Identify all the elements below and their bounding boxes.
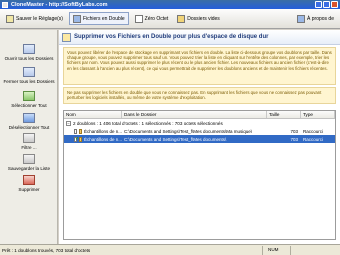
- zero-byte-icon: [134, 14, 143, 23]
- save-settings-label: Sauver le Réglage(s): [16, 15, 63, 22]
- table-row[interactable]: Échantillons de n... C:\Documents and Se…: [64, 127, 335, 135]
- empty-folder-icon: [177, 14, 186, 23]
- info-icon: [297, 14, 306, 23]
- sidebar-item-close-all[interactable]: Fermer tous les Dossiers: [0, 67, 58, 84]
- sidebar-item-label: Désélectionner Tout: [8, 125, 50, 130]
- about-button[interactable]: À propos de: [294, 12, 337, 25]
- sidebar-item-delete[interactable]: Supprimer: [0, 175, 58, 192]
- duplicate-files-icon: [62, 32, 71, 42]
- file-name: Échantillons de n...: [83, 128, 122, 134]
- row-checkbox[interactable]: [74, 136, 79, 142]
- sidebar-item-label: Supprimer: [18, 187, 40, 192]
- num-lock-indicator: NUM: [268, 247, 279, 252]
- sidebar-item-label: Fermer tous les Dossiers: [3, 79, 55, 84]
- type-cell: Raccourci: [303, 136, 324, 142]
- app-icon: [2, 1, 8, 8]
- column-header-type[interactable]: Type: [301, 111, 335, 118]
- close-folders-icon: [23, 67, 35, 77]
- status-divider: [262, 246, 263, 255]
- open-folders-icon: [23, 44, 35, 54]
- info-warning: Ne pas supprimer les fichiers en double …: [63, 87, 336, 104]
- sidebar-item-label: Ouvrir tous les Dossiers: [4, 56, 54, 61]
- file-name-cell: Échantillons de n...: [64, 136, 122, 142]
- row-checkbox[interactable]: [74, 128, 77, 134]
- close-button[interactable]: [331, 1, 338, 8]
- sidebar-item-filter[interactable]: Filtre ...: [0, 133, 58, 150]
- collapse-icon[interactable]: −: [66, 120, 71, 126]
- sidebar: Ouvrir tous les Dossiers Fermer tous les…: [0, 30, 58, 244]
- select-all-icon: [23, 91, 35, 101]
- about-label: À propos de: [307, 15, 334, 22]
- save-icon: [6, 14, 14, 23]
- page-header: Supprimer vos Fichiers en Double pour pl…: [59, 30, 340, 45]
- file-name-cell: Échantillons de n...: [64, 128, 122, 134]
- save-settings-button[interactable]: Sauver le Réglage(s): [3, 12, 66, 25]
- sidebar-item-label: Sélectionner Tout: [11, 103, 47, 108]
- window-title: CloneMaster - http://SoftByLabs.com: [11, 1, 108, 8]
- file-name: Échantillons de n...: [83, 136, 122, 142]
- sidebar-item-save-list[interactable]: Sauvegarder la Liste: [0, 154, 58, 171]
- sidebar-item-label: Filtre ...: [21, 145, 37, 150]
- group-row[interactable]: − 2 doublons : 1 406 total d'octets : 1 …: [64, 119, 335, 127]
- size-cell: 703: [290, 136, 298, 142]
- file-icon: [78, 128, 82, 134]
- tab-zero-octet-label: Zéro Octet: [144, 15, 169, 22]
- save-list-icon: [23, 154, 35, 164]
- sidebar-item-label: Sauvegarder la Liste: [7, 166, 51, 171]
- delete-icon: [23, 175, 35, 185]
- group-summary: 2 doublons : 1 406 total d'octets : 1 sé…: [73, 120, 223, 126]
- filter-icon: [23, 133, 35, 143]
- type-cell: Raccourci: [303, 128, 324, 134]
- column-header-folder[interactable]: Dans le Dossier: [122, 111, 267, 118]
- tab-fichiers-double[interactable]: Fichiers en Double: [68, 12, 129, 25]
- title-bar: CloneMaster - http://SoftByLabs.com: [0, 0, 340, 9]
- folder-cell: C:\Documents and Settings\Test_f\Mes doc…: [124, 128, 253, 134]
- toolbar: Sauver le Réglage(s) Fichiers en Double …: [0, 9, 340, 29]
- tab-dossiers-vides[interactable]: Dossiers vides: [174, 12, 223, 25]
- duplicate-files-list[interactable]: Nom Dans le Dossier Taille Type − 2 doub…: [63, 110, 336, 240]
- size-cell: 703: [290, 128, 298, 134]
- column-header-size[interactable]: Taille: [267, 111, 301, 118]
- file-icon: [78, 136, 82, 142]
- status-divider: [290, 246, 291, 255]
- info-description: Vous pouvez libérer de l'espace de stock…: [63, 47, 336, 85]
- sidebar-item-open-all[interactable]: Ouvrir tous les Dossiers: [0, 44, 58, 61]
- table-row-selected[interactable]: Échantillons de n... C:\Documents and Se…: [64, 135, 335, 143]
- tab-dossiers-vides-label: Dossiers vides: [187, 15, 220, 22]
- folder-cell: C:\Documents and Settings\Test_f\Mes doc…: [124, 136, 227, 142]
- sidebar-item-select-all[interactable]: Sélectionner Tout: [0, 91, 58, 108]
- main-panel: Supprimer vos Fichiers en Double pour pl…: [59, 30, 340, 244]
- sidebar-item-deselect-all[interactable]: Désélectionner Tout: [0, 113, 58, 130]
- minimize-button[interactable]: [315, 1, 322, 8]
- deselect-all-icon: [23, 113, 35, 123]
- column-header-name[interactable]: Nom: [64, 111, 122, 118]
- list-header: Nom Dans le Dossier Taille Type: [64, 111, 335, 119]
- status-bar: Prêt : 1 doublons trouvés, 703 total d'o…: [0, 244, 340, 255]
- status-text: Prêt : 1 doublons trouvés, 703 total d'o…: [2, 247, 91, 253]
- duplicate-files-icon: [72, 14, 81, 23]
- tab-fichiers-double-label: Fichiers en Double: [82, 15, 125, 22]
- maximize-button[interactable]: [323, 1, 330, 8]
- page-title: Supprimer vos Fichiers en Double pour pl…: [74, 34, 269, 40]
- tab-zero-octet[interactable]: Zéro Octet: [132, 12, 172, 25]
